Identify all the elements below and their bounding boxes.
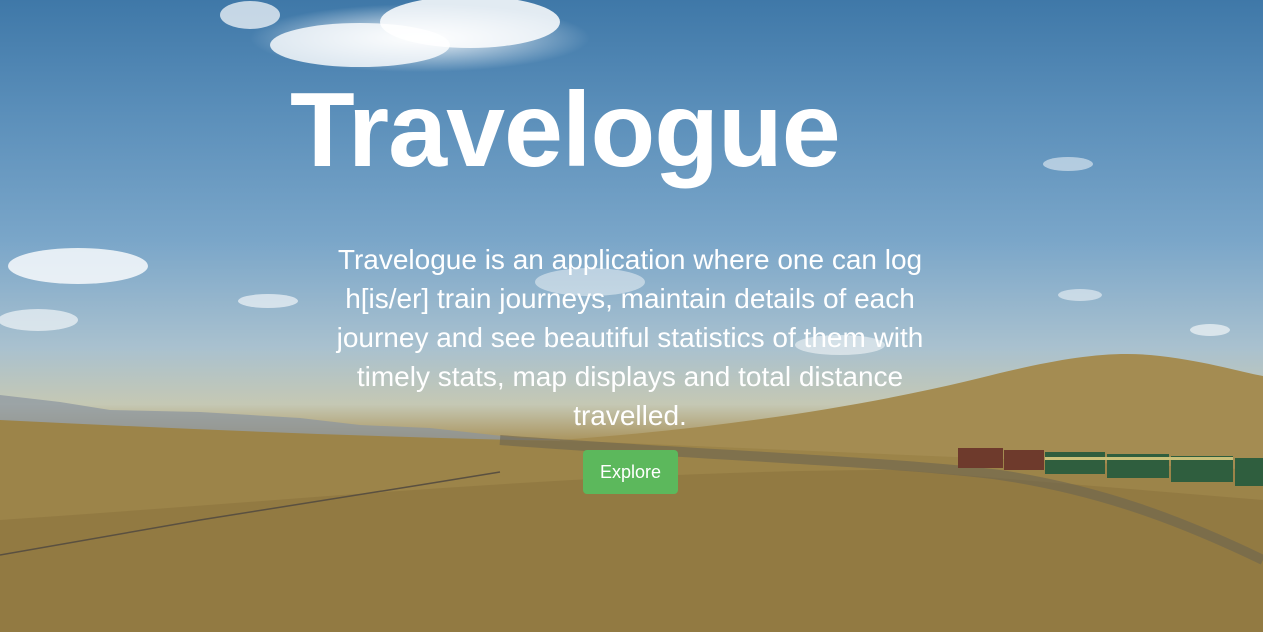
- page-title: Travelogue: [290, 71, 841, 189]
- hero-section: Travelogue Travelogue is an application …: [0, 0, 1263, 632]
- cloud-left: [8, 248, 148, 284]
- app-description: Travelogue is an application where one c…: [336, 244, 924, 431]
- explore-button[interactable]: Explore: [583, 450, 678, 494]
- cloud-left-small: [0, 309, 78, 331]
- cloud-top: [220, 0, 590, 72]
